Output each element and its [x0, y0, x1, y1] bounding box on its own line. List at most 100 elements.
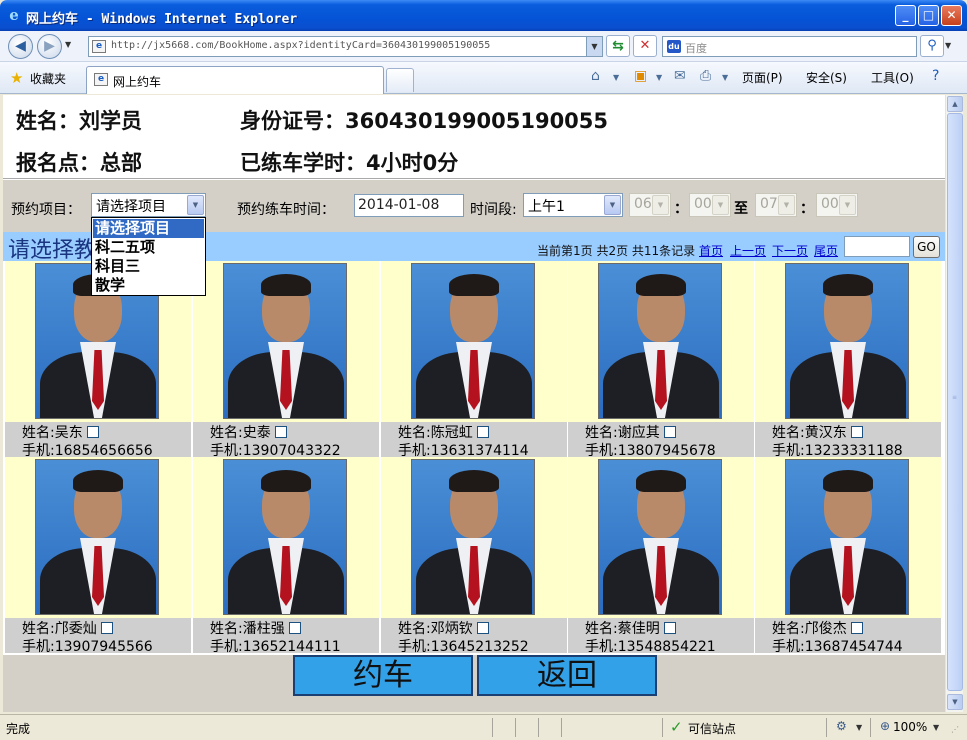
search-options-dropdown-icon[interactable]: ▼	[945, 41, 951, 50]
home-dropdown-icon[interactable]: ▼	[613, 73, 619, 82]
chevron-down-icon: ▼	[652, 195, 669, 215]
tab-active[interactable]: e 网上约车	[86, 66, 384, 94]
scroll-down-arrow[interactable]: ▼	[947, 694, 963, 710]
coach-card[interactable]: 姓名:邝委灿 手机:13907945566	[5, 457, 191, 655]
maximize-button[interactable]: □	[918, 5, 939, 26]
next-page-link[interactable]: 下一页	[772, 242, 808, 259]
safety-menu[interactable]: 安全(S)	[806, 69, 847, 86]
coach-checkbox[interactable]	[86, 426, 99, 438]
zoom-level[interactable]: 100%	[893, 720, 927, 734]
coach-checkbox[interactable]	[850, 426, 863, 438]
address-bar[interactable]: e http://jx5668.com/BookHome.aspx?identi…	[88, 36, 603, 57]
coach-name: 姓名:潘柱强	[210, 621, 285, 637]
stop-button[interactable]: ✕	[633, 35, 657, 57]
coach-card[interactable]: 姓名:黄汉东 手机:13233331188	[755, 261, 941, 459]
search-placeholder: 百度	[685, 42, 707, 55]
coach-checkbox[interactable]	[476, 622, 489, 634]
coach-card[interactable]: 姓名:邝俊杰 手机:13687454744	[755, 457, 941, 655]
coach-checkbox[interactable]	[850, 622, 863, 634]
resize-grip-icon[interactable]: ⋰	[951, 725, 959, 734]
refresh-button[interactable]: ⇆	[606, 35, 630, 57]
protected-mode-icon[interactable]: ⚙	[836, 719, 847, 733]
recent-pages-dropdown-icon[interactable]: ▼	[65, 40, 71, 49]
coach-card[interactable]: 姓名:邓炳钦 手机:13645213252	[381, 457, 567, 655]
tools-menu[interactable]: 工具(O)	[871, 69, 914, 86]
coach-checkbox[interactable]	[476, 426, 489, 438]
help-icon[interactable]: ?	[932, 68, 939, 84]
scroll-thumb[interactable]: ≡	[947, 113, 963, 691]
end-hour-value: 07	[760, 196, 778, 212]
address-dropdown-icon[interactable]: ▼	[586, 37, 602, 56]
tab-bar: ★ 收藏夹 e 网上约车 ⌂ ▼ ▣ ▼ ✉ ⎙ ▼ 页面(P) 安全(S) 工…	[0, 62, 967, 94]
page-icon: e	[92, 40, 106, 53]
coach-checkbox[interactable]	[663, 426, 676, 438]
project-select[interactable]: 请选择项目 ▼	[91, 193, 206, 217]
coach-name: 姓名:吴东	[22, 425, 83, 441]
to-label: 至	[734, 201, 748, 217]
project-option[interactable]: 科目三	[93, 257, 204, 276]
back-button[interactable]: ◀	[8, 34, 33, 59]
window-title: 网上约车 - Windows Internet Explorer	[26, 12, 298, 27]
print-dropdown-icon[interactable]: ▼	[722, 73, 728, 82]
coach-photo	[411, 263, 535, 419]
return-button[interactable]: 返回	[477, 655, 657, 696]
page-number-input[interactable]	[844, 236, 910, 257]
protected-mode-dropdown-icon[interactable]: ▼	[856, 723, 862, 732]
favorites-label[interactable]: 收藏夹	[30, 70, 66, 87]
security-zone[interactable]: 可信站点	[688, 720, 736, 737]
page-menu[interactable]: 页面(P)	[742, 69, 783, 86]
scroll-up-arrow[interactable]: ▲	[947, 96, 963, 112]
page-content: 姓名：刘学员 身份证号：360430199005190055 报名点：总部 已练…	[3, 95, 945, 712]
coach-checkbox[interactable]	[100, 622, 113, 634]
new-tab-button[interactable]	[386, 68, 414, 92]
last-page-link[interactable]: 尾页	[814, 242, 838, 259]
coach-card[interactable]: 姓名:史泰 手机:13907043322	[193, 261, 379, 459]
search-button[interactable]: ⚲	[920, 35, 944, 57]
start-minute-select: 00 ▼	[689, 193, 731, 217]
search-input[interactable]: du 百度	[662, 36, 917, 57]
mail-icon[interactable]: ✉	[674, 68, 686, 84]
date-input[interactable]: 2014-01-08	[354, 194, 464, 217]
go-button[interactable]: GO	[913, 236, 940, 258]
coach-checkbox[interactable]	[274, 426, 287, 438]
project-option[interactable]: 科二五项	[93, 238, 204, 257]
home-icon[interactable]: ⌂	[591, 68, 600, 84]
zoom-dropdown-icon[interactable]: ▼	[933, 723, 939, 732]
rss-feed-icon[interactable]: ▣	[634, 68, 647, 84]
coach-name: 姓名:邝委灿	[22, 621, 97, 637]
coach-caption: 姓名:吴东 手机:16854656656	[5, 422, 191, 459]
project-option[interactable]: 散学	[93, 276, 204, 295]
student-info: 姓名：刘学员 身份证号：360430199005190055 报名点：总部 已练…	[3, 95, 945, 179]
coach-checkbox[interactable]	[288, 622, 301, 634]
project-select-value: 请选择项目	[96, 199, 166, 215]
chevron-down-icon[interactable]: ▼	[187, 195, 204, 215]
period-select-value: 上午1	[528, 199, 565, 215]
book-button[interactable]: 约车	[293, 655, 473, 696]
print-icon[interactable]: ⎙	[700, 68, 711, 84]
coach-photo	[785, 263, 909, 419]
coach-card[interactable]: 姓名:蔡佳明 手机:13548854221	[568, 457, 754, 655]
favorites-star-icon[interactable]: ★	[10, 69, 23, 87]
coach-card[interactable]: 姓名:谢应其 手机:13807945678	[568, 261, 754, 459]
first-page-link[interactable]: 首页	[699, 242, 723, 259]
minimize-button[interactable]: _	[895, 5, 916, 26]
period-select[interactable]: 上午1 ▼	[523, 193, 623, 217]
zoom-icon[interactable]: ⊕	[880, 719, 890, 733]
ie-logo-icon: e	[9, 6, 19, 24]
coach-name: 姓名:陈冠虹	[398, 425, 473, 441]
feed-dropdown-icon[interactable]: ▼	[656, 73, 662, 82]
coach-card[interactable]: 姓名:潘柱强 手机:13652144111	[193, 457, 379, 655]
close-window-button[interactable]: ✕	[941, 5, 962, 26]
project-dropdown-list[interactable]: 请选择项目 科二五项 科目三 散学	[91, 217, 206, 296]
coach-card[interactable]: 姓名:陈冠虹 手机:13631374114	[381, 261, 567, 459]
coach-checkbox[interactable]	[663, 622, 676, 634]
coach-caption: 姓名:潘柱强 手机:13652144111	[193, 618, 379, 655]
coach-photo	[785, 459, 909, 615]
forward-button[interactable]: ▶	[37, 34, 62, 59]
vertical-scrollbar[interactable]: ▲ ≡ ▼	[945, 95, 963, 712]
prev-page-link[interactable]: 上一页	[730, 242, 766, 259]
coach-photo	[411, 459, 535, 615]
chevron-down-icon[interactable]: ▼	[604, 195, 621, 215]
title-bar: e 网上约车 - Windows Internet Explorer _ □ ✕	[0, 0, 967, 31]
project-option[interactable]: 请选择项目	[93, 219, 204, 238]
